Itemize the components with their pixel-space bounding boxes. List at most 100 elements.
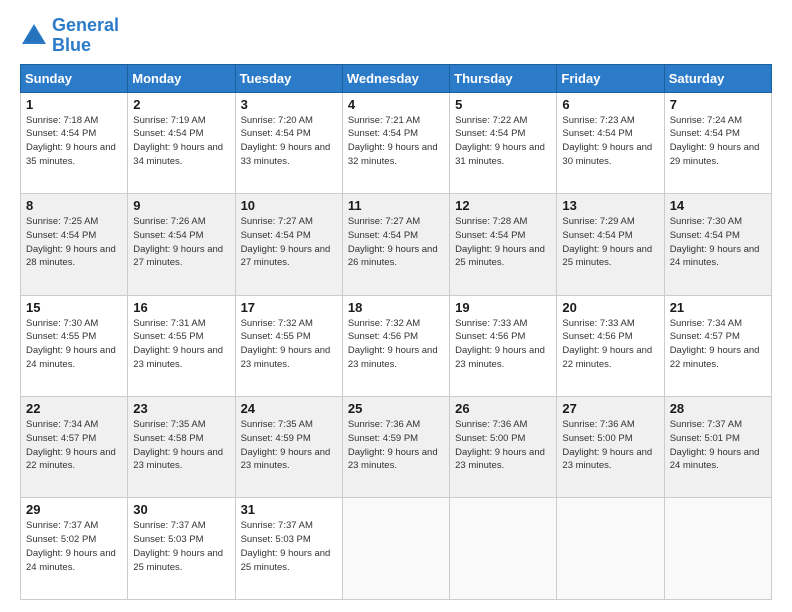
day-number: 12 (455, 198, 551, 213)
day-number: 19 (455, 300, 551, 315)
day-number: 4 (348, 97, 444, 112)
day-header-tuesday: Tuesday (235, 64, 342, 92)
day-info: Sunrise: 7:28 AMSunset: 4:54 PMDaylight:… (455, 215, 551, 270)
day-number: 7 (670, 97, 766, 112)
day-info: Sunrise: 7:32 AMSunset: 4:56 PMDaylight:… (348, 317, 444, 372)
day-info: Sunrise: 7:18 AMSunset: 4:54 PMDaylight:… (26, 114, 122, 169)
day-info: Sunrise: 7:36 AMSunset: 4:59 PMDaylight:… (348, 418, 444, 473)
calendar-cell: 28 Sunrise: 7:37 AMSunset: 5:01 PMDaylig… (664, 397, 771, 498)
day-number: 30 (133, 502, 229, 517)
calendar-cell: 20 Sunrise: 7:33 AMSunset: 4:56 PMDaylig… (557, 295, 664, 396)
day-header-monday: Monday (128, 64, 235, 92)
day-info: Sunrise: 7:33 AMSunset: 4:56 PMDaylight:… (562, 317, 658, 372)
calendar-cell: 22 Sunrise: 7:34 AMSunset: 4:57 PMDaylig… (21, 397, 128, 498)
day-number: 27 (562, 401, 658, 416)
calendar-cell: 21 Sunrise: 7:34 AMSunset: 4:57 PMDaylig… (664, 295, 771, 396)
calendar-cell: 10 Sunrise: 7:27 AMSunset: 4:54 PMDaylig… (235, 194, 342, 295)
calendar-week-row: 1 Sunrise: 7:18 AMSunset: 4:54 PMDayligh… (21, 92, 772, 193)
day-info: Sunrise: 7:23 AMSunset: 4:54 PMDaylight:… (562, 114, 658, 169)
day-info: Sunrise: 7:24 AMSunset: 4:54 PMDaylight:… (670, 114, 766, 169)
day-number: 21 (670, 300, 766, 315)
day-number: 24 (241, 401, 337, 416)
day-number: 20 (562, 300, 658, 315)
logo-icon (20, 22, 48, 50)
day-info: Sunrise: 7:21 AMSunset: 4:54 PMDaylight:… (348, 114, 444, 169)
calendar-cell: 5 Sunrise: 7:22 AMSunset: 4:54 PMDayligh… (450, 92, 557, 193)
calendar-week-row: 15 Sunrise: 7:30 AMSunset: 4:55 PMDaylig… (21, 295, 772, 396)
day-number: 18 (348, 300, 444, 315)
calendar-cell (342, 498, 449, 600)
day-number: 5 (455, 97, 551, 112)
day-info: Sunrise: 7:31 AMSunset: 4:55 PMDaylight:… (133, 317, 229, 372)
day-info: Sunrise: 7:29 AMSunset: 4:54 PMDaylight:… (562, 215, 658, 270)
day-info: Sunrise: 7:25 AMSunset: 4:54 PMDaylight:… (26, 215, 122, 270)
day-info: Sunrise: 7:35 AMSunset: 4:59 PMDaylight:… (241, 418, 337, 473)
day-info: Sunrise: 7:32 AMSunset: 4:55 PMDaylight:… (241, 317, 337, 372)
calendar-cell: 19 Sunrise: 7:33 AMSunset: 4:56 PMDaylig… (450, 295, 557, 396)
day-number: 8 (26, 198, 122, 213)
day-number: 25 (348, 401, 444, 416)
day-number: 1 (26, 97, 122, 112)
day-info: Sunrise: 7:30 AMSunset: 4:54 PMDaylight:… (670, 215, 766, 270)
logo: General Blue (20, 16, 119, 56)
day-number: 26 (455, 401, 551, 416)
header: General Blue (20, 16, 772, 56)
calendar-cell: 11 Sunrise: 7:27 AMSunset: 4:54 PMDaylig… (342, 194, 449, 295)
day-number: 31 (241, 502, 337, 517)
day-number: 23 (133, 401, 229, 416)
day-number: 3 (241, 97, 337, 112)
day-info: Sunrise: 7:33 AMSunset: 4:56 PMDaylight:… (455, 317, 551, 372)
calendar-cell: 16 Sunrise: 7:31 AMSunset: 4:55 PMDaylig… (128, 295, 235, 396)
day-info: Sunrise: 7:36 AMSunset: 5:00 PMDaylight:… (455, 418, 551, 473)
calendar-cell: 6 Sunrise: 7:23 AMSunset: 4:54 PMDayligh… (557, 92, 664, 193)
calendar-cell: 31 Sunrise: 7:37 AMSunset: 5:03 PMDaylig… (235, 498, 342, 600)
day-number: 16 (133, 300, 229, 315)
calendar-cell: 13 Sunrise: 7:29 AMSunset: 4:54 PMDaylig… (557, 194, 664, 295)
day-info: Sunrise: 7:35 AMSunset: 4:58 PMDaylight:… (133, 418, 229, 473)
day-info: Sunrise: 7:37 AMSunset: 5:01 PMDaylight:… (670, 418, 766, 473)
day-number: 22 (26, 401, 122, 416)
day-info: Sunrise: 7:37 AMSunset: 5:03 PMDaylight:… (241, 519, 337, 574)
calendar-cell: 23 Sunrise: 7:35 AMSunset: 4:58 PMDaylig… (128, 397, 235, 498)
calendar-header-row: SundayMondayTuesdayWednesdayThursdayFrid… (21, 64, 772, 92)
day-number: 28 (670, 401, 766, 416)
day-info: Sunrise: 7:37 AMSunset: 5:03 PMDaylight:… (133, 519, 229, 574)
calendar-cell: 4 Sunrise: 7:21 AMSunset: 4:54 PMDayligh… (342, 92, 449, 193)
day-number: 17 (241, 300, 337, 315)
day-number: 15 (26, 300, 122, 315)
calendar-cell: 3 Sunrise: 7:20 AMSunset: 4:54 PMDayligh… (235, 92, 342, 193)
calendar-week-row: 29 Sunrise: 7:37 AMSunset: 5:02 PMDaylig… (21, 498, 772, 600)
calendar-cell: 17 Sunrise: 7:32 AMSunset: 4:55 PMDaylig… (235, 295, 342, 396)
calendar-cell: 25 Sunrise: 7:36 AMSunset: 4:59 PMDaylig… (342, 397, 449, 498)
day-number: 14 (670, 198, 766, 213)
day-header-saturday: Saturday (664, 64, 771, 92)
day-info: Sunrise: 7:34 AMSunset: 4:57 PMDaylight:… (26, 418, 122, 473)
day-info: Sunrise: 7:22 AMSunset: 4:54 PMDaylight:… (455, 114, 551, 169)
calendar-cell: 8 Sunrise: 7:25 AMSunset: 4:54 PMDayligh… (21, 194, 128, 295)
day-info: Sunrise: 7:37 AMSunset: 5:02 PMDaylight:… (26, 519, 122, 574)
calendar-cell: 18 Sunrise: 7:32 AMSunset: 4:56 PMDaylig… (342, 295, 449, 396)
calendar-cell: 14 Sunrise: 7:30 AMSunset: 4:54 PMDaylig… (664, 194, 771, 295)
calendar-cell: 30 Sunrise: 7:37 AMSunset: 5:03 PMDaylig… (128, 498, 235, 600)
day-header-sunday: Sunday (21, 64, 128, 92)
day-number: 2 (133, 97, 229, 112)
day-header-friday: Friday (557, 64, 664, 92)
day-number: 29 (26, 502, 122, 517)
calendar-cell: 1 Sunrise: 7:18 AMSunset: 4:54 PMDayligh… (21, 92, 128, 193)
day-info: Sunrise: 7:30 AMSunset: 4:55 PMDaylight:… (26, 317, 122, 372)
calendar-cell: 29 Sunrise: 7:37 AMSunset: 5:02 PMDaylig… (21, 498, 128, 600)
logo-text: General Blue (52, 16, 119, 56)
calendar-cell: 15 Sunrise: 7:30 AMSunset: 4:55 PMDaylig… (21, 295, 128, 396)
calendar-cell: 24 Sunrise: 7:35 AMSunset: 4:59 PMDaylig… (235, 397, 342, 498)
day-info: Sunrise: 7:19 AMSunset: 4:54 PMDaylight:… (133, 114, 229, 169)
calendar-cell (450, 498, 557, 600)
calendar-cell (664, 498, 771, 600)
day-header-thursday: Thursday (450, 64, 557, 92)
day-number: 13 (562, 198, 658, 213)
day-header-wednesday: Wednesday (342, 64, 449, 92)
day-info: Sunrise: 7:27 AMSunset: 4:54 PMDaylight:… (241, 215, 337, 270)
day-number: 11 (348, 198, 444, 213)
day-info: Sunrise: 7:26 AMSunset: 4:54 PMDaylight:… (133, 215, 229, 270)
calendar-cell: 12 Sunrise: 7:28 AMSunset: 4:54 PMDaylig… (450, 194, 557, 295)
day-info: Sunrise: 7:20 AMSunset: 4:54 PMDaylight:… (241, 114, 337, 169)
